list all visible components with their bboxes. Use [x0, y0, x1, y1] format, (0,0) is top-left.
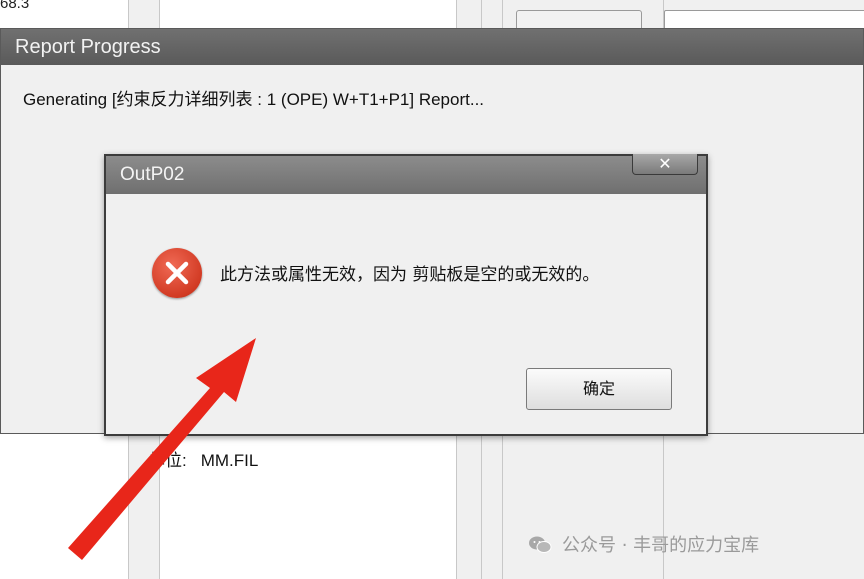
unit-row: 单位: MM.FIL — [148, 446, 272, 471]
dialog-message: 此方法或属性无效，因为 剪贴板是空的或无效的。 — [220, 265, 600, 285]
dialog-titlebar[interactable]: OutP02 ✕ — [106, 154, 706, 194]
error-icon — [152, 248, 202, 298]
unit-label: 单位: — [148, 451, 187, 470]
ok-button[interactable]: 确定 — [526, 368, 672, 410]
error-dialog: OutP02 ✕ 此方法或属性无效，因为 剪贴板是空的或无效的。 确定 — [104, 154, 708, 436]
report-progress-message: Generating [约束反力详细列表 : 1 (OPE) W+T1+P1] … — [23, 90, 485, 109]
close-button[interactable]: ✕ — [632, 154, 698, 175]
report-progress-title: Report Progress — [1, 29, 863, 65]
unit-value: MM.FIL — [200, 451, 259, 470]
wechat-icon — [529, 536, 552, 553]
background-value-text: 68.3 — [0, 0, 30, 12]
dialog-title: OutP02 — [120, 164, 185, 185]
watermark-text: 公众号 · 丰哥的应力宝库 — [562, 535, 760, 556]
